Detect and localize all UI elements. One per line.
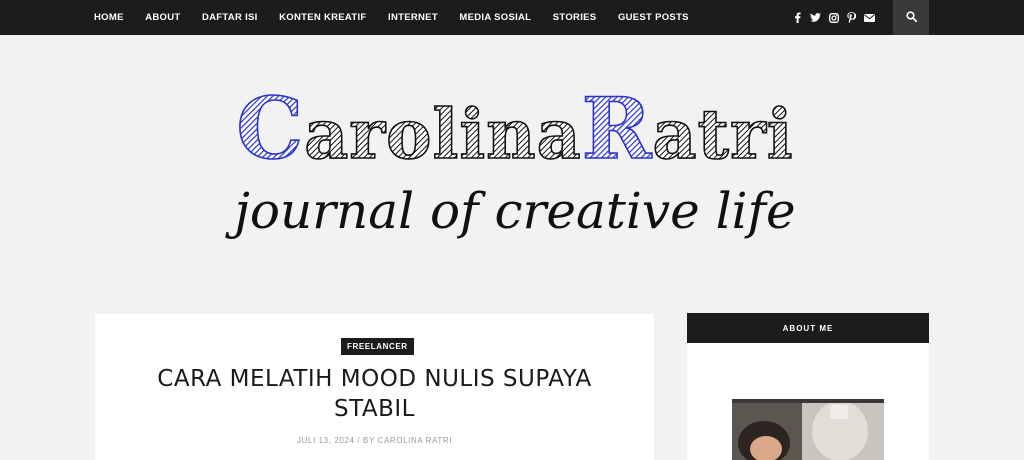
logo-name-part1: arolina	[304, 95, 581, 175]
post-title-line-1[interactable]: CARA MELATIH MOOD NULIS SUPAYA	[95, 364, 654, 394]
post-title[interactable]: CARA MELATIH MOOD NULIS SUPAYA STABIL	[95, 364, 654, 424]
facebook-icon[interactable]	[792, 12, 803, 23]
site-logo[interactable]: CarolinaRatri journal of creative life	[175, 78, 855, 260]
email-icon[interactable]	[864, 12, 875, 23]
nav-konten-kreatif[interactable]: KONTEN KREATIF	[279, 12, 366, 23]
nav-stories[interactable]: STORIES	[553, 12, 597, 23]
logo-name-part2: atri	[652, 95, 793, 175]
logo-tagline: journal of creative life	[224, 182, 795, 240]
nav-internet[interactable]: INTERNET	[388, 12, 438, 23]
about-me-widget	[687, 343, 929, 460]
nav-guest-posts[interactable]: GUEST POSTS	[618, 12, 689, 23]
nav-daftar-isi[interactable]: DAFTAR ISI	[202, 12, 258, 23]
social-links	[792, 0, 875, 35]
post-category-badge[interactable]: FREELANCER	[341, 338, 414, 355]
svg-text:CarolinaRatri: CarolinaRatri	[236, 80, 793, 178]
search-icon	[905, 9, 917, 27]
post-meta: JULI 13, 2024 / BY CAROLINA RATRI	[296, 436, 453, 445]
featured-post-card: FREELANCER CARA MELATIH MOOD NULIS SUPAY…	[95, 314, 654, 460]
search-button[interactable]	[893, 0, 929, 35]
logo-initial-c: C	[236, 80, 304, 178]
main-menu: HOME ABOUT DAFTAR ISI KONTEN KREATIF INT…	[94, 0, 710, 35]
nav-home[interactable]: HOME	[94, 12, 124, 23]
nav-media-sosial[interactable]: MEDIA SOSIAL	[459, 12, 531, 23]
nav-about[interactable]: ABOUT	[145, 12, 180, 23]
author-photo	[732, 399, 884, 460]
top-navigation-bar: HOME ABOUT DAFTAR ISI KONTEN KREATIF INT…	[0, 0, 1024, 35]
post-title-line-2[interactable]: STABIL	[95, 394, 654, 424]
logo-initial-r: R	[582, 80, 653, 178]
pinterest-icon[interactable]	[846, 12, 857, 23]
instagram-icon[interactable]	[828, 12, 839, 23]
twitter-icon[interactable]	[810, 12, 821, 23]
about-me-heading: ABOUT ME	[687, 313, 929, 343]
